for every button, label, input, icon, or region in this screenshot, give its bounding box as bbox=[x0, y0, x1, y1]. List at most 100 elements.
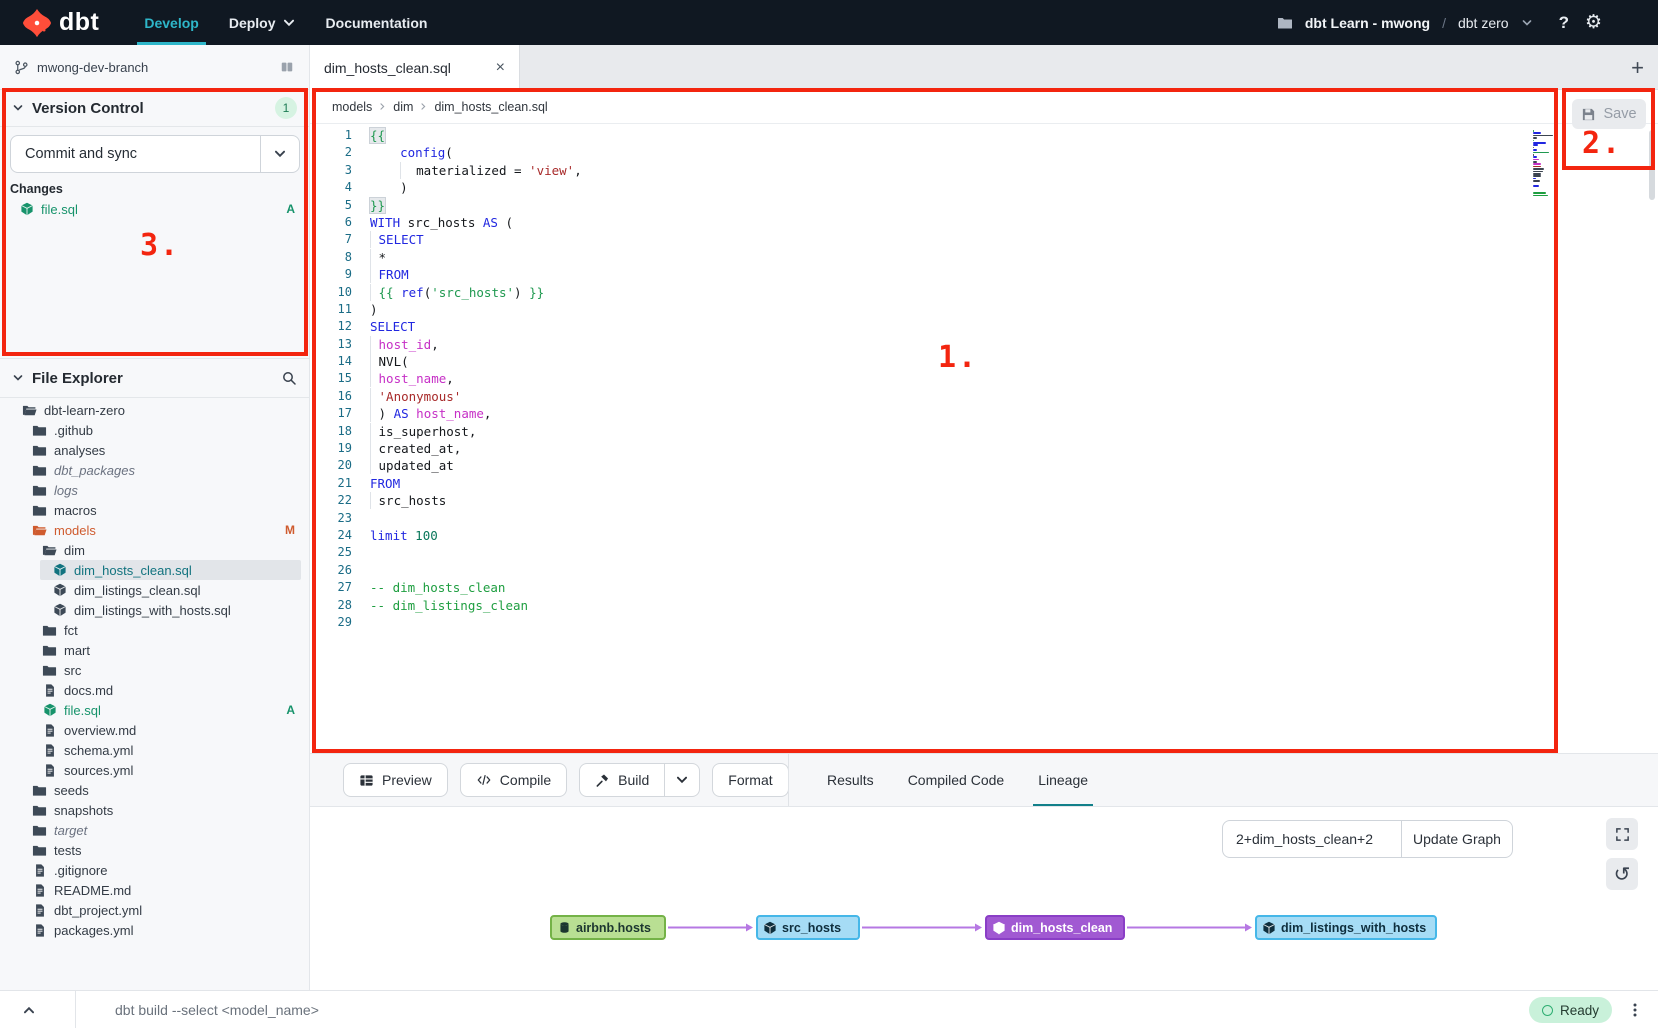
code-line[interactable]: 17 ) AS host_name, bbox=[310, 405, 1658, 422]
tree-item-mart[interactable]: mart bbox=[0, 640, 309, 660]
code-line[interactable]: 1{{ bbox=[310, 127, 1658, 144]
lineage-node-dim-hosts-clean[interactable]: dim_hosts_clean bbox=[985, 915, 1125, 940]
chevron-up-icon[interactable] bbox=[22, 991, 36, 1028]
code-line[interactable]: 8 * bbox=[310, 249, 1658, 266]
code-line[interactable]: 23 bbox=[310, 510, 1658, 527]
code-line[interactable]: 3 materialized = 'view', bbox=[310, 162, 1658, 179]
code-line[interactable]: 7 SELECT bbox=[310, 231, 1658, 248]
code-line[interactable]: 11) bbox=[310, 301, 1658, 318]
tree-item-readme-md[interactable]: README.md bbox=[0, 880, 309, 900]
fullscreen-icon[interactable] bbox=[1606, 818, 1638, 850]
code-line[interactable]: 25 bbox=[310, 544, 1658, 561]
code-line[interactable]: 21FROM bbox=[310, 475, 1658, 492]
tree-item-dbt-project-yml[interactable]: dbt_project.yml bbox=[0, 900, 309, 920]
split-view-icon[interactable] bbox=[279, 60, 295, 74]
code-line[interactable]: 19 created_at, bbox=[310, 440, 1658, 457]
code-line[interactable]: 5}} bbox=[310, 197, 1658, 214]
commit-and-sync-button[interactable]: Commit and sync bbox=[10, 135, 300, 173]
close-icon[interactable]: × bbox=[496, 60, 505, 76]
code-line[interactable]: 2 config( bbox=[310, 144, 1658, 161]
tree-item-models[interactable]: modelsM bbox=[0, 520, 309, 540]
code-line[interactable]: 24limit 100 bbox=[310, 527, 1658, 544]
tree-item-dim[interactable]: dim bbox=[0, 540, 309, 560]
new-tab-button[interactable]: + bbox=[1631, 45, 1644, 90]
lineage-node-airbnb-hosts[interactable]: airbnb.hosts bbox=[550, 915, 666, 940]
code-line[interactable]: 27-- dim_hosts_clean bbox=[310, 579, 1658, 596]
tree-item-dim-hosts-clean-sql[interactable]: dim_hosts_clean.sql bbox=[40, 560, 301, 580]
tree-item-schema-yml[interactable]: schema.yml bbox=[0, 740, 309, 760]
code-line[interactable]: 22 src_hosts bbox=[310, 492, 1658, 509]
tree-item--github[interactable]: .github bbox=[0, 420, 309, 440]
breadcrumb-item[interactable]: dim bbox=[393, 100, 413, 114]
search-icon[interactable] bbox=[281, 370, 297, 386]
tree-item-overview-md[interactable]: overview.md bbox=[0, 720, 309, 740]
kebab-menu-icon[interactable] bbox=[1628, 991, 1642, 1028]
code-line[interactable]: 26 bbox=[310, 562, 1658, 579]
tree-item-tests[interactable]: tests bbox=[0, 840, 309, 860]
save-button[interactable]: Save bbox=[1572, 99, 1646, 129]
environment-selector[interactable]: dbt zero bbox=[1458, 15, 1509, 31]
tree-item-snapshots[interactable]: snapshots bbox=[0, 800, 309, 820]
tree-item-logs[interactable]: logs bbox=[0, 480, 309, 500]
build-options-caret[interactable] bbox=[664, 764, 699, 796]
version-control-header[interactable]: Version Control 1 bbox=[0, 90, 309, 127]
code-line[interactable]: 18 is_superhost, bbox=[310, 423, 1658, 440]
minimap[interactable] bbox=[1533, 130, 1559, 199]
code-line[interactable]: 9 FROM bbox=[310, 266, 1658, 283]
tree-item-target[interactable]: target bbox=[0, 820, 309, 840]
code-line[interactable]: 20 updated_at bbox=[310, 457, 1658, 474]
lineage-node-src-hosts[interactable]: src_hosts bbox=[756, 915, 860, 940]
tree-item-seeds[interactable]: seeds bbox=[0, 780, 309, 800]
help-icon[interactable]: ? bbox=[1559, 14, 1569, 31]
preview-button[interactable]: Preview bbox=[343, 763, 448, 797]
tree-item-dbt-packages[interactable]: dbt_packages bbox=[0, 460, 309, 480]
dbt-logo[interactable]: dbt bbox=[22, 8, 99, 38]
breadcrumb-item[interactable]: models bbox=[332, 100, 372, 114]
code-line[interactable]: 16 'Anonymous' bbox=[310, 388, 1658, 405]
reset-view-icon[interactable]: ↺ bbox=[1606, 858, 1638, 890]
tab-compiled-code[interactable]: Compiled Code bbox=[891, 754, 1022, 806]
editor-scrollbar[interactable] bbox=[1649, 130, 1655, 200]
lineage-selector-input[interactable] bbox=[1222, 820, 1402, 858]
tree-item-analyses[interactable]: analyses bbox=[0, 440, 309, 460]
code-line[interactable]: 14 NVL( bbox=[310, 353, 1658, 370]
tree-item-packages-yml[interactable]: packages.yml bbox=[0, 920, 309, 940]
file-explorer-header[interactable]: File Explorer bbox=[0, 359, 309, 398]
tab-dim-hosts-clean[interactable]: dim_hosts_clean.sql × bbox=[310, 45, 520, 90]
compile-button[interactable]: Compile bbox=[460, 763, 567, 797]
commit-options-caret[interactable] bbox=[260, 136, 299, 172]
code-line[interactable]: 29 bbox=[310, 614, 1658, 631]
nav-item-documentation[interactable]: Documentation bbox=[311, 0, 443, 45]
tree-item-dbt-learn-zero[interactable]: dbt-learn-zero bbox=[0, 400, 309, 420]
format-button[interactable]: Format bbox=[712, 763, 788, 797]
tree-item-sources-yml[interactable]: sources.yml bbox=[0, 760, 309, 780]
code-line[interactable]: 28-- dim_listings_clean bbox=[310, 597, 1658, 614]
code-line[interactable]: 10 {{ ref('src_hosts') }} bbox=[310, 284, 1658, 301]
tree-item-file-sql[interactable]: file.sqlA bbox=[0, 700, 309, 720]
nav-item-deploy[interactable]: Deploy bbox=[214, 0, 311, 45]
changed-file-row[interactable]: file.sql A bbox=[20, 198, 299, 220]
tree-item-fct[interactable]: fct bbox=[0, 620, 309, 640]
breadcrumb-item[interactable]: dim_hosts_clean.sql bbox=[434, 100, 547, 114]
tree-item-dim-listings-clean-sql[interactable]: dim_listings_clean.sql bbox=[0, 580, 309, 600]
code-line[interactable]: 13 host_id, bbox=[310, 336, 1658, 353]
tree-item-dim-listings-with-hosts-sql[interactable]: dim_listings_with_hosts.sql bbox=[0, 600, 309, 620]
tree-item-docs-md[interactable]: docs.md bbox=[0, 680, 309, 700]
nav-item-develop[interactable]: Develop bbox=[129, 0, 213, 45]
lineage-node-dim-listings-with-hosts[interactable]: dim_listings_with_hosts bbox=[1255, 915, 1437, 940]
tab-results[interactable]: Results bbox=[810, 754, 891, 806]
code-editor[interactable]: models dim dim_hosts_clean.sql Save 1{{2 c… bbox=[310, 90, 1658, 753]
gear-icon[interactable]: ⚙ bbox=[1585, 13, 1602, 32]
build-button[interactable]: Build bbox=[579, 763, 700, 797]
tab-lineage[interactable]: Lineage bbox=[1021, 754, 1105, 806]
code-line[interactable]: 4 ) bbox=[310, 179, 1658, 196]
tree-item-macros[interactable]: macros bbox=[0, 500, 309, 520]
chevron-down-icon[interactable] bbox=[1521, 17, 1533, 29]
code-line[interactable]: 15 host_name, bbox=[310, 370, 1658, 387]
tree-item--gitignore[interactable]: .gitignore bbox=[0, 860, 309, 880]
project-name[interactable]: dbt Learn - mwong bbox=[1305, 15, 1430, 31]
code-line[interactable]: 6WITH src_hosts AS ( bbox=[310, 214, 1658, 231]
code-area[interactable]: 1{{2 config(3 materialized = 'view',4 )5… bbox=[310, 127, 1658, 631]
command-input[interactable]: dbt build --select <model_name> bbox=[115, 991, 319, 1028]
update-graph-button[interactable]: Update Graph bbox=[1401, 820, 1513, 858]
